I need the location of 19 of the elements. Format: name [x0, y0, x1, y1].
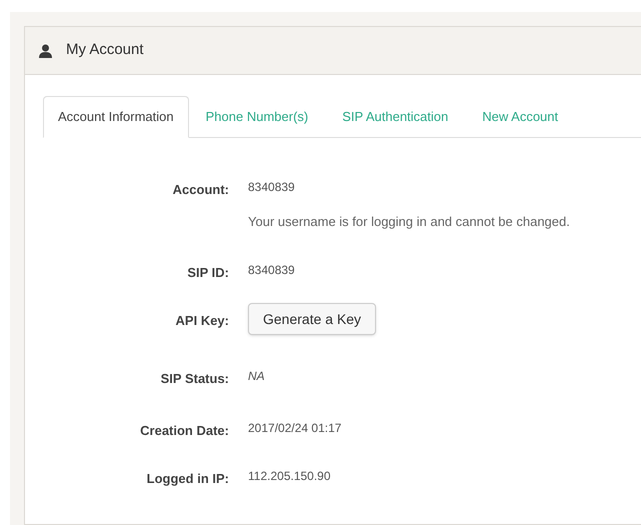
- field-label: Creation Date:: [139, 422, 229, 440]
- tab[interactable]: New Account: [465, 96, 576, 137]
- field-label: Account:: [172, 181, 229, 199]
- generate-key-button[interactable]: Generate a Key: [248, 303, 376, 335]
- field-value: 2017/02/24 01:17: [248, 420, 342, 437]
- help-text: Your username is for logging in and cannot be changed.: [248, 213, 570, 231]
- field-label: API Key:: [174, 312, 229, 330]
- field-value: NA: [248, 368, 265, 385]
- field-label: Logged in IP:: [146, 470, 229, 488]
- tab[interactable]: Account Information: [43, 96, 189, 138]
- field-label: SIP Status:: [160, 370, 229, 388]
- field-label: SIP ID:: [186, 264, 229, 282]
- tab[interactable]: Phone Number(s): [188, 96, 326, 137]
- field-value: 112.205.150.90: [248, 468, 331, 485]
- field-value: 8340839: [248, 262, 295, 279]
- panel-title: My Account: [66, 40, 144, 60]
- tab[interactable]: SIP Authentication: [325, 96, 466, 137]
- field-value: 8340839: [248, 179, 296, 196]
- user-icon: [39, 44, 52, 58]
